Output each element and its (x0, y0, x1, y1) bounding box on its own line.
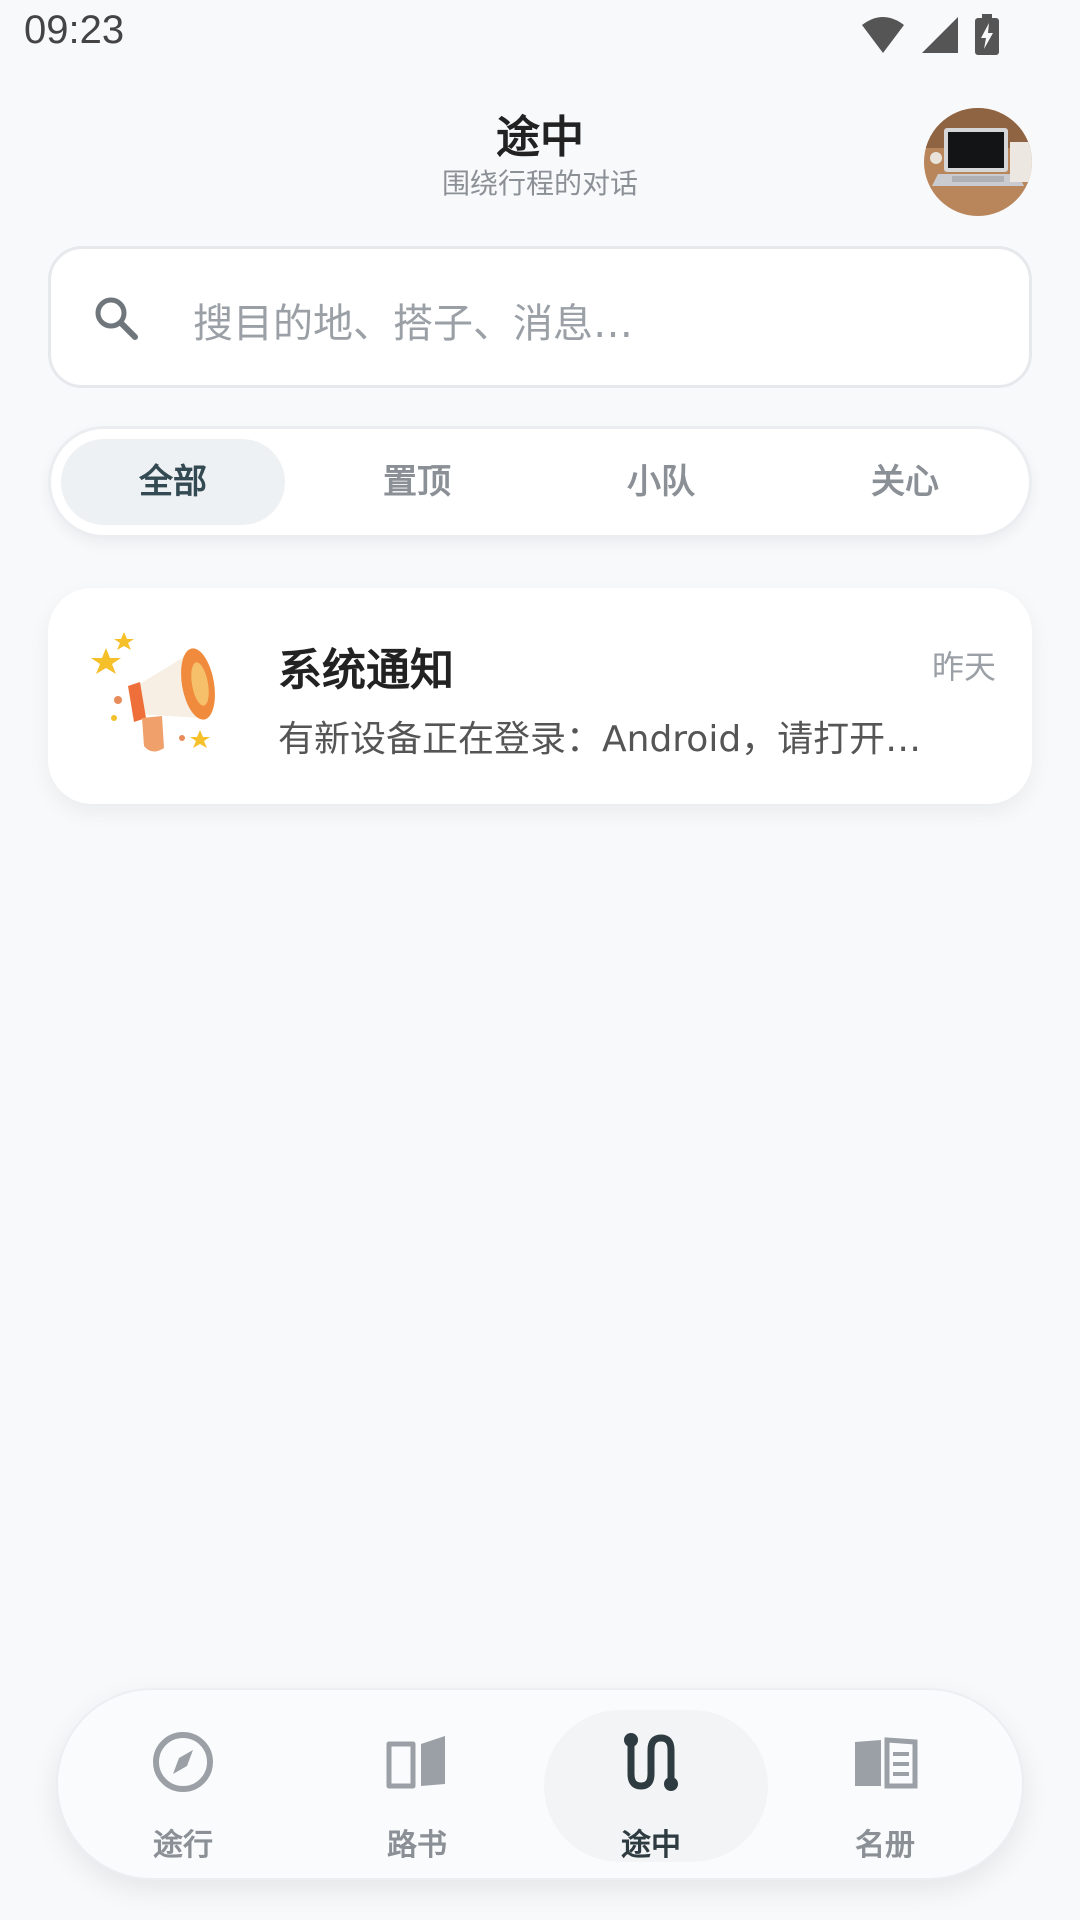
status-time: 09:23 (24, 8, 125, 52)
nav-label-roster: 名册 (855, 1828, 915, 1863)
search-placeholder: 搜目的地、搭子、消息… (193, 301, 633, 347)
nav-label-en-route: 途中 (621, 1828, 681, 1863)
message-title: 系统通知 (278, 645, 454, 696)
roster-icon (855, 1737, 918, 1789)
message-preview: 有新设备正在登录：Android，请打开… (278, 719, 922, 760)
search-icon (95, 297, 138, 340)
nav-item-travel[interactable]: 途行 (66, 1690, 300, 1882)
nav-item-guide[interactable]: 路书 (300, 1690, 534, 1882)
page-title: 途中 (496, 112, 584, 163)
book-icon (386, 1736, 445, 1789)
tab-all[interactable]: 全部 (61, 439, 285, 525)
battery-charging-icon (975, 14, 999, 55)
nav-item-roster[interactable]: 名册 (768, 1690, 1002, 1882)
header: 途中 围绕行程的对话 (0, 110, 1080, 202)
tab-care[interactable]: 关心 (793, 439, 1017, 525)
nav-item-en-route[interactable]: 途中 (534, 1690, 768, 1882)
wifi-icon (862, 17, 904, 53)
signal-icon (922, 17, 958, 53)
message-time: 昨天 (931, 648, 996, 686)
compass-icon (153, 1732, 213, 1792)
list-item[interactable]: 系统通知 昨天 有新设备正在登录：Android，请打开… (48, 588, 1032, 804)
filter-tabs: 全部 置顶 小队 关心 (48, 426, 1032, 538)
page-subtitle: 围绕行程的对话 (441, 167, 638, 200)
tab-pinned[interactable]: 置顶 (305, 439, 529, 525)
laptop-photo (924, 108, 1032, 216)
avatar[interactable] (924, 108, 1032, 216)
search-input[interactable]: 搜目的地、搭子、消息… (48, 246, 1032, 388)
megaphone-icon (91, 632, 215, 752)
tab-team[interactable]: 小队 (549, 439, 773, 525)
route-icon (624, 1733, 678, 1791)
bottom-nav: 途行 路书 途中 名册 (56, 1688, 1024, 1880)
nav-label-travel: 途行 (153, 1828, 213, 1863)
nav-label-guide: 路书 (387, 1828, 447, 1863)
status-icons (860, 14, 1000, 56)
status-bar: 09:23 (0, 0, 1080, 70)
